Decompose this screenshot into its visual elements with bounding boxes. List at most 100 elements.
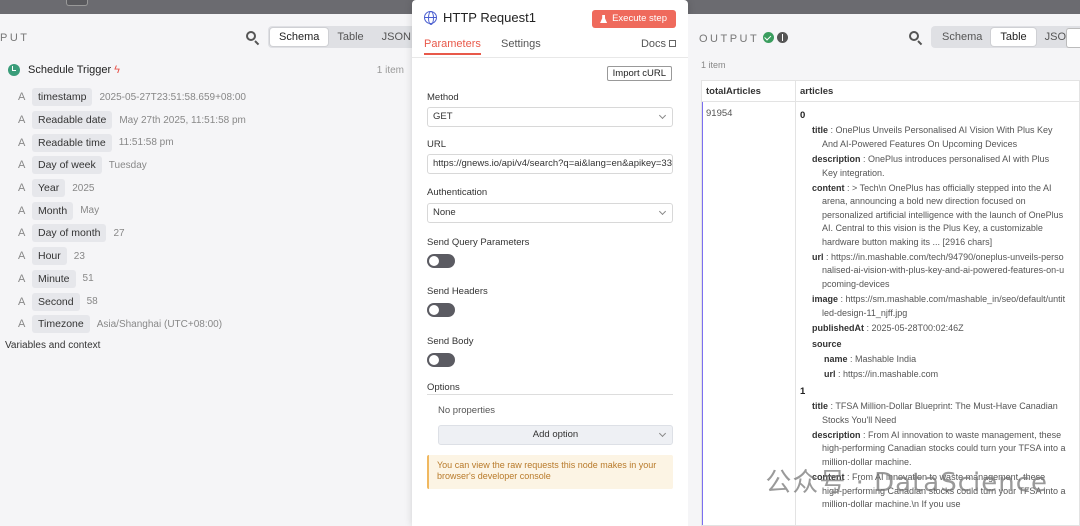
string-type-icon: A — [18, 227, 26, 240]
watermark: 公众号 · DataScience — [765, 468, 1048, 498]
docs-link[interactable]: Docs — [641, 38, 676, 50]
canvas-tab-stub[interactable] — [66, 0, 88, 6]
send-body-label: Send Body — [427, 336, 474, 347]
no-properties-text: No properties — [438, 405, 496, 416]
schema-field[interactable]: A Day of month 27 — [18, 222, 246, 245]
string-type-icon: A — [18, 91, 26, 104]
column-divider — [795, 81, 796, 525]
column-header[interactable]: totalArticles — [702, 81, 795, 102]
schema-field[interactable]: A Hour 23 — [18, 245, 246, 268]
field-key[interactable]: Year — [32, 179, 66, 198]
tab-schema[interactable]: Schema — [270, 28, 329, 46]
articles-cell[interactable]: 0 title : OnePlus Unveils Personalised A… — [800, 106, 1070, 513]
search-icon[interactable] — [909, 31, 923, 46]
trigger-node-row[interactable]: Schedule Trigger ϟ 1 item — [8, 64, 404, 76]
node-title[interactable]: HTTP Request1 — [443, 10, 536, 25]
import-curl-button[interactable]: Import cURL — [606, 66, 672, 81]
input-panel: PUT Schema Table JSON Schedule Trigger ϟ… — [0, 14, 422, 526]
field-key[interactable]: Readable date — [32, 111, 113, 130]
field-value: 27 — [113, 227, 125, 239]
authentication-select[interactable]: None — [427, 203, 673, 223]
send-headers-toggle[interactable] — [427, 303, 455, 317]
json-value: > Tech\n OnePlus has officially stepped … — [822, 183, 1064, 247]
field-key[interactable]: timestamp — [32, 88, 93, 107]
json-value: https://in.mashable.com — [843, 369, 939, 380]
field-value: May — [80, 205, 100, 217]
field-key[interactable]: Timezone — [32, 315, 90, 334]
json-entry-image: image : https://sm.mashable.com/mashable… — [812, 294, 1066, 318]
string-type-icon: A — [18, 114, 26, 127]
schema-field[interactable]: A Readable time 11:51:58 pm — [18, 131, 246, 154]
node-tabs: Parameters Settings Docs — [412, 36, 688, 58]
json-entry-source-url: url : https://in.mashable.com — [824, 369, 939, 380]
schema-field[interactable]: A Second 58 — [18, 290, 246, 313]
send-query-toggle[interactable] — [427, 254, 455, 268]
trigger-name: Schedule Trigger — [28, 64, 112, 76]
search-icon[interactable] — [246, 31, 260, 46]
bolt-icon: ϟ — [114, 64, 120, 76]
array-index: 0 — [800, 110, 806, 121]
schema-field[interactable]: Atimestamp 2025-05-27T23:51:58.659+08:00 — [18, 86, 246, 109]
json-key: description — [812, 154, 861, 165]
field-key[interactable]: Second — [32, 292, 80, 311]
field-value: May 27th 2025, 11:51:58 pm — [119, 114, 246, 126]
input-view-toggle: Schema Table JSON — [268, 26, 422, 48]
field-key[interactable]: Readable time — [32, 133, 112, 152]
json-value: 2025-05-28T00:02:46Z — [871, 323, 964, 334]
total-articles-cell[interactable]: 91954 — [706, 108, 732, 119]
success-check-icon — [763, 32, 775, 43]
schema-field[interactable]: A Timezone Asia/Shanghai (UTC+08:00) — [18, 313, 246, 336]
authentication-label: Authentication — [427, 187, 488, 198]
node-settings-panel: HTTP Request1 Execute step Parameters Se… — [412, 0, 688, 526]
schema-field[interactable]: A Minute 51 — [18, 268, 246, 291]
schema-field[interactable]: A Year 2025 — [18, 177, 246, 200]
string-type-icon: A — [18, 204, 26, 217]
field-key[interactable]: Day of week — [32, 156, 102, 175]
string-type-icon: A — [18, 318, 26, 331]
send-body-toggle[interactable] — [427, 353, 455, 367]
node-header: HTTP Request1 — [424, 10, 536, 25]
json-entry-source-name: name : Mashable India — [824, 353, 917, 364]
variables-and-context[interactable]: Variables and context — [5, 340, 100, 351]
output-view-toggle: Schema Table JSON — [931, 26, 1080, 48]
json-value: TFSA Million-Dollar Blueprint: The Must-… — [822, 401, 1058, 425]
json-key: publishedAt — [812, 323, 864, 334]
url-label: URL — [427, 139, 447, 150]
tab-table[interactable]: Table — [991, 28, 1036, 46]
field-value: 23 — [73, 250, 85, 262]
string-type-icon: A — [18, 250, 26, 263]
json-value: OnePlus Unveils Personalised AI Vision W… — [822, 125, 1053, 149]
options-label: Options — [427, 382, 460, 393]
input-panel-title: PUT — [0, 32, 30, 44]
column-header[interactable]: articles — [796, 81, 1079, 102]
add-option-button[interactable]: Add option — [438, 425, 673, 445]
tab-parameters[interactable]: Parameters — [424, 38, 481, 55]
tab-table[interactable]: Table — [328, 28, 372, 46]
tab-schema[interactable]: Schema — [933, 28, 991, 46]
json-entry-title: title : OnePlus Unveils Personalised AI … — [812, 125, 1053, 149]
field-key[interactable]: Minute — [32, 269, 76, 288]
execute-step-button[interactable]: Execute step — [592, 10, 676, 28]
schema-field[interactable]: A Day of week Tuesday — [18, 154, 246, 177]
schema-field[interactable]: A Readable date May 27th 2025, 11:51:58 pm — [18, 109, 246, 132]
field-key[interactable]: Hour — [32, 247, 67, 266]
json-entry-url: url : https://in.mashable.com/tech/94790… — [812, 252, 1065, 289]
json-key: description — [812, 429, 861, 440]
execute-step-label: Execute step — [612, 13, 667, 24]
method-label: Method — [427, 92, 459, 103]
method-value: GET — [433, 111, 453, 122]
field-key[interactable]: Month — [32, 201, 74, 220]
method-select[interactable]: GET — [427, 107, 673, 127]
tab-settings[interactable]: Settings — [501, 38, 541, 50]
url-input[interactable]: https://gnews.io/api/v4/search?q=ai&lang… — [427, 154, 673, 174]
json-entry-description: description : OnePlus introduces persona… — [812, 154, 1050, 178]
json-key: title — [812, 401, 829, 412]
edit-output-button[interactable] — [1066, 28, 1080, 48]
info-icon[interactable] — [777, 32, 789, 43]
field-value: 2025 — [72, 182, 95, 194]
schema-field[interactable]: A Month May — [18, 199, 246, 222]
globe-icon — [424, 11, 437, 25]
json-value: https://in.mashable.com/tech/94790/onepl… — [822, 252, 1065, 289]
field-key[interactable]: Day of month — [32, 224, 107, 243]
field-value: 2025-05-27T23:51:58.659+08:00 — [99, 91, 246, 103]
